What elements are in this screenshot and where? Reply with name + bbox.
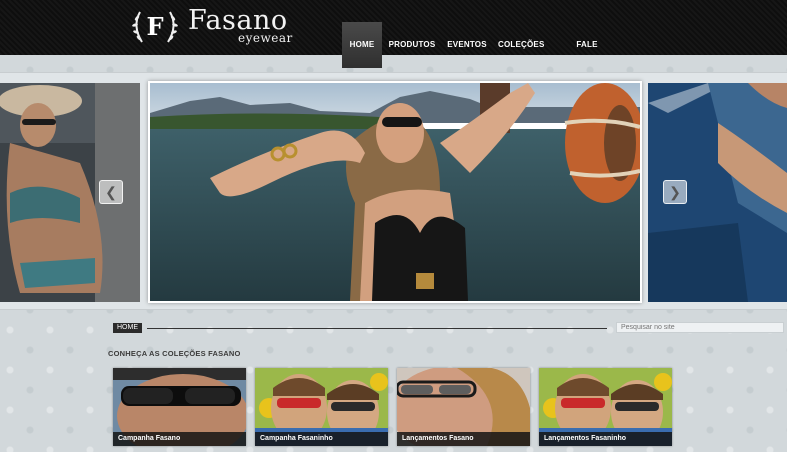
collection-card-campanha-fasano[interactable]: Campanha Fasano [113, 368, 246, 446]
chevron-left-icon[interactable]: ❮ [99, 180, 123, 204]
brand-subtitle: eyewear [238, 31, 293, 45]
nav-item-fale-conosco[interactable]: FALE CONOSCO [554, 22, 620, 95]
collection-label: Lançamentos Fasano [397, 432, 530, 446]
nav-item-produtos[interactable]: PRODUTOS [388, 22, 436, 68]
image-slider: ❮ ❯ [0, 72, 787, 310]
search-input[interactable] [616, 322, 784, 333]
collection-label: Lançamentos Fasaninho [539, 432, 672, 446]
nav-item-eventos[interactable]: EVENTOS [446, 22, 488, 68]
nav-item-colecoes[interactable]: COLEÇÕES [498, 22, 544, 68]
breadcrumb-search-row: HOME [113, 322, 784, 334]
chevron-right-icon[interactable]: ❯ [663, 180, 687, 204]
main-slide-photo [150, 83, 640, 301]
collections-title: CONHEÇA AS COLEÇÕES FASANO [108, 349, 241, 358]
slide-preview-left[interactable]: ❮ [0, 83, 140, 302]
collection-label: Campanha Fasaninho [255, 432, 388, 446]
collection-card-campanha-fasaninho[interactable]: Campanha Fasaninho [255, 368, 388, 446]
collection-label: Campanha Fasano [113, 432, 246, 446]
fasano-logo[interactable]: F Fasano eyewear [130, 4, 300, 48]
laurel-badge-icon: F [132, 11, 178, 43]
nav-item-home[interactable]: HOME [342, 22, 382, 68]
logo-badge-letter: F [146, 12, 163, 41]
slide-preview-right[interactable]: ❯ [648, 83, 787, 302]
collection-card-lancamentos-fasano[interactable]: Lançamentos Fasano [397, 368, 530, 446]
site-header: F Fasano eyewear HOME PRODUTOS EVENTOS C… [0, 0, 787, 95]
collection-card-lancamentos-fasaninho[interactable]: Lançamentos Fasaninho [539, 368, 672, 446]
main-slide[interactable] [148, 81, 642, 303]
breadcrumb-divider [147, 328, 607, 329]
breadcrumb[interactable]: HOME [113, 323, 142, 333]
